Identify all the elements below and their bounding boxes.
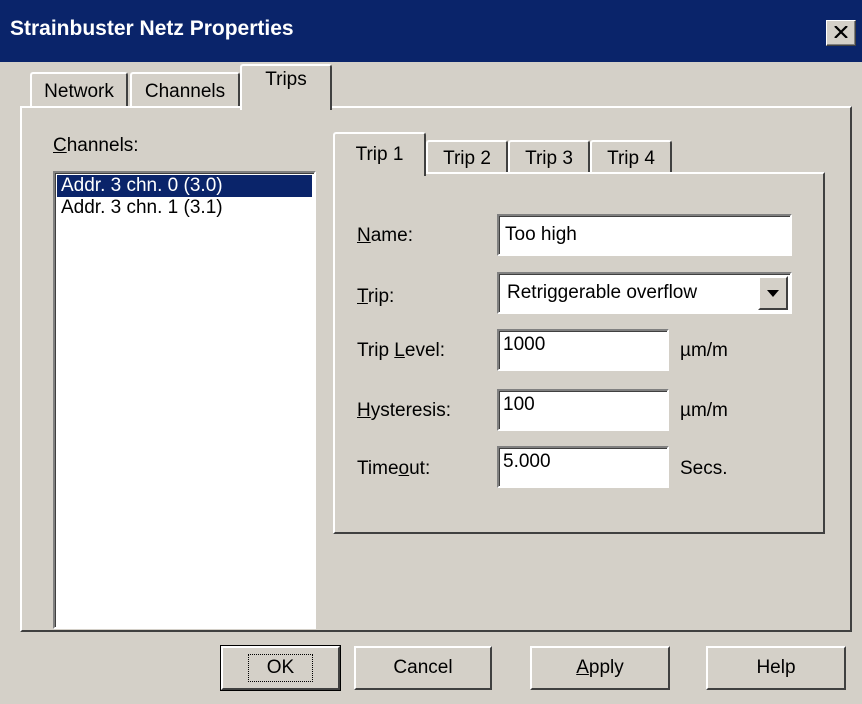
apply-button-label: Apply <box>576 657 624 678</box>
tab-label: Trip 4 <box>607 148 655 169</box>
ok-button[interactable]: OK <box>220 645 341 691</box>
tab-label: Trips <box>265 69 307 90</box>
tab-label: Channels <box>144 81 226 102</box>
hysteresis-input[interactable]: 100 <box>497 389 669 431</box>
trip-select[interactable]: Retriggerable overflow <box>497 272 792 314</box>
channels-label: Channels: <box>53 135 139 156</box>
tab-trips[interactable]: Trips <box>240 64 332 110</box>
cancel-button[interactable]: Cancel <box>354 646 492 690</box>
list-item[interactable]: Addr. 3 chn. 1 (3.1) <box>57 197 312 219</box>
list-item[interactable]: Addr. 3 chn. 0 (3.0) <box>57 175 312 197</box>
chevron-down-icon <box>767 282 779 304</box>
tab-trip-2[interactable]: Trip 2 <box>426 140 508 176</box>
trip-level-unit: µm/m <box>680 340 728 361</box>
tab-label: Network <box>44 81 114 102</box>
channels-listbox[interactable]: Addr. 3 chn. 0 (3.0) Addr. 3 chn. 1 (3.1… <box>53 171 316 629</box>
tab-trip-4[interactable]: Trip 4 <box>590 140 672 176</box>
tab-network[interactable]: Network <box>30 72 128 110</box>
tab-label: Trip 3 <box>525 148 573 169</box>
hysteresis-label: Hysteresis: <box>357 400 451 421</box>
apply-button[interactable]: Apply <box>530 646 670 690</box>
tab-trip-1[interactable]: Trip 1 <box>333 132 426 176</box>
help-button[interactable]: Help <box>706 646 846 690</box>
timeout-label: Timeout: <box>357 458 431 479</box>
help-button-label: Help <box>756 657 796 678</box>
close-icon <box>834 22 848 44</box>
tab-channels[interactable]: Channels <box>130 72 240 110</box>
tab-trip-3[interactable]: Trip 3 <box>508 140 590 176</box>
cancel-button-label: Cancel <box>393 657 453 678</box>
trip-select-value: Retriggerable overflow <box>507 282 698 303</box>
ok-button-label: OK <box>247 654 314 682</box>
name-input[interactable]: Too high <box>497 214 792 256</box>
trip-level-input[interactable]: 1000 <box>497 329 669 371</box>
close-button[interactable] <box>826 20 856 46</box>
window-title: Strainbuster Netz Properties <box>10 17 294 40</box>
dropdown-button[interactable] <box>758 276 788 310</box>
trip-label: Trip: <box>357 286 395 307</box>
tab-label: Trip 2 <box>443 148 491 169</box>
timeout-input[interactable]: 5.000 <box>497 446 669 488</box>
tab-label: Trip 1 <box>355 144 404 165</box>
name-label: Name: <box>357 225 413 246</box>
hysteresis-unit: µm/m <box>680 400 728 421</box>
timeout-unit: Secs. <box>680 458 728 479</box>
trip-level-label: Trip Level: <box>357 340 446 361</box>
